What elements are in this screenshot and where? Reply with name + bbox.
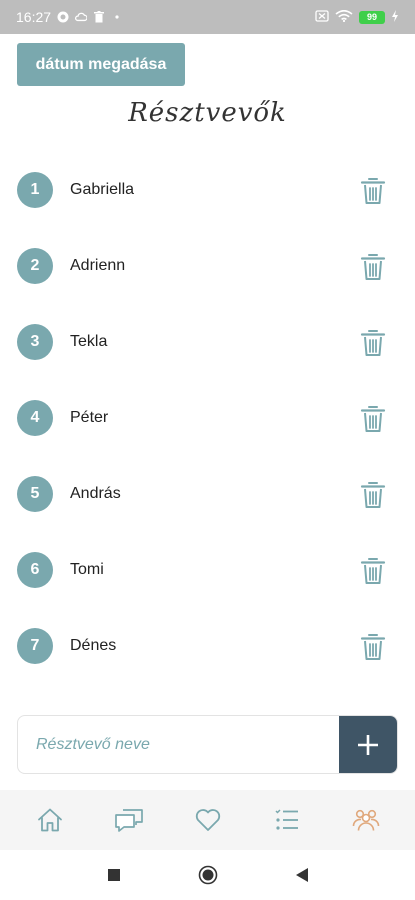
dot-icon: [111, 11, 123, 23]
participant-name: András: [70, 485, 121, 502]
list-icon: [274, 809, 298, 830]
system-nav-bar: [0, 850, 415, 900]
delete-participant-button[interactable]: [359, 556, 387, 586]
status-time: 16:27: [16, 9, 52, 25]
status-bar: 16:27 99: [0, 0, 415, 34]
trash-icon: [360, 254, 386, 280]
participant-name: Dénes: [70, 637, 117, 654]
participant-number-badge: 3: [17, 324, 53, 360]
participant-name: Gabriella: [70, 181, 135, 198]
app-notification-icon: [57, 11, 69, 23]
nav-participants[interactable]: [346, 800, 386, 840]
participant-number-badge: 7: [17, 628, 53, 664]
list-item: 1 Gabriella: [0, 152, 415, 228]
list-item: 3 Tekla: [0, 304, 415, 380]
participant-number-badge: 5: [17, 476, 53, 512]
trash-icon: [360, 634, 386, 660]
status-left: 16:27: [16, 9, 123, 25]
heart-icon: [195, 809, 220, 831]
trash-icon: [360, 558, 386, 584]
list-item: 4 Péter: [0, 380, 415, 456]
list-item: 5 András: [0, 456, 415, 532]
plus-icon: [358, 734, 378, 755]
trash-icon: [360, 482, 386, 508]
participant-name: Adrienn: [70, 257, 126, 274]
set-date-button[interactable]: dátum megadása: [17, 43, 185, 86]
back-triangle-icon: [295, 868, 308, 882]
participant-name: Péter: [70, 409, 109, 426]
participant-name: Tomi: [70, 561, 104, 578]
add-participant-form: [17, 715, 398, 774]
nav-favorites[interactable]: [188, 800, 228, 840]
delete-participant-button[interactable]: [359, 252, 387, 282]
chat-icon: [114, 809, 143, 832]
participant-name-input[interactable]: [18, 716, 341, 773]
list-item: 2 Adrienn: [0, 228, 415, 304]
recent-apps-button[interactable]: [102, 863, 126, 887]
delete-participant-button[interactable]: [359, 328, 387, 358]
cloud-icon: [75, 11, 88, 23]
participant-number-badge: 4: [17, 400, 53, 436]
trash-icon: [360, 178, 386, 204]
delete-participant-button[interactable]: [359, 176, 387, 206]
delete-participant-button[interactable]: [359, 480, 387, 510]
home-system-button[interactable]: [196, 863, 220, 887]
trash-icon: [360, 330, 386, 356]
status-right: 99: [315, 9, 399, 25]
people-icon: [352, 809, 379, 831]
trash-icon: [360, 406, 386, 432]
participant-number-badge: 2: [17, 248, 53, 284]
bottom-nav: [0, 790, 415, 850]
charging-icon: [391, 9, 399, 25]
list-item: 7 Dénes: [0, 608, 415, 684]
participant-number-badge: 6: [17, 552, 53, 588]
square-icon: [107, 869, 120, 881]
delete-participant-button[interactable]: [359, 632, 387, 662]
battery-icon: 99: [359, 10, 385, 24]
trash-notification-icon: [93, 11, 105, 23]
nav-list[interactable]: [267, 800, 307, 840]
delete-participant-button[interactable]: [359, 404, 387, 434]
nav-home[interactable]: [30, 800, 70, 840]
participant-name: Tekla: [70, 333, 108, 350]
list-item: 6 Tomi: [0, 532, 415, 608]
home-icon: [37, 808, 62, 832]
nav-chat[interactable]: [109, 800, 149, 840]
wifi-icon: [335, 9, 353, 25]
circle-icon: [198, 865, 217, 885]
page-title: Résztvevők: [128, 98, 287, 128]
sim-off-icon: [315, 9, 329, 25]
add-participant-button[interactable]: [339, 716, 397, 773]
participant-number-badge: 1: [17, 172, 53, 208]
back-system-button[interactable]: [290, 863, 314, 887]
